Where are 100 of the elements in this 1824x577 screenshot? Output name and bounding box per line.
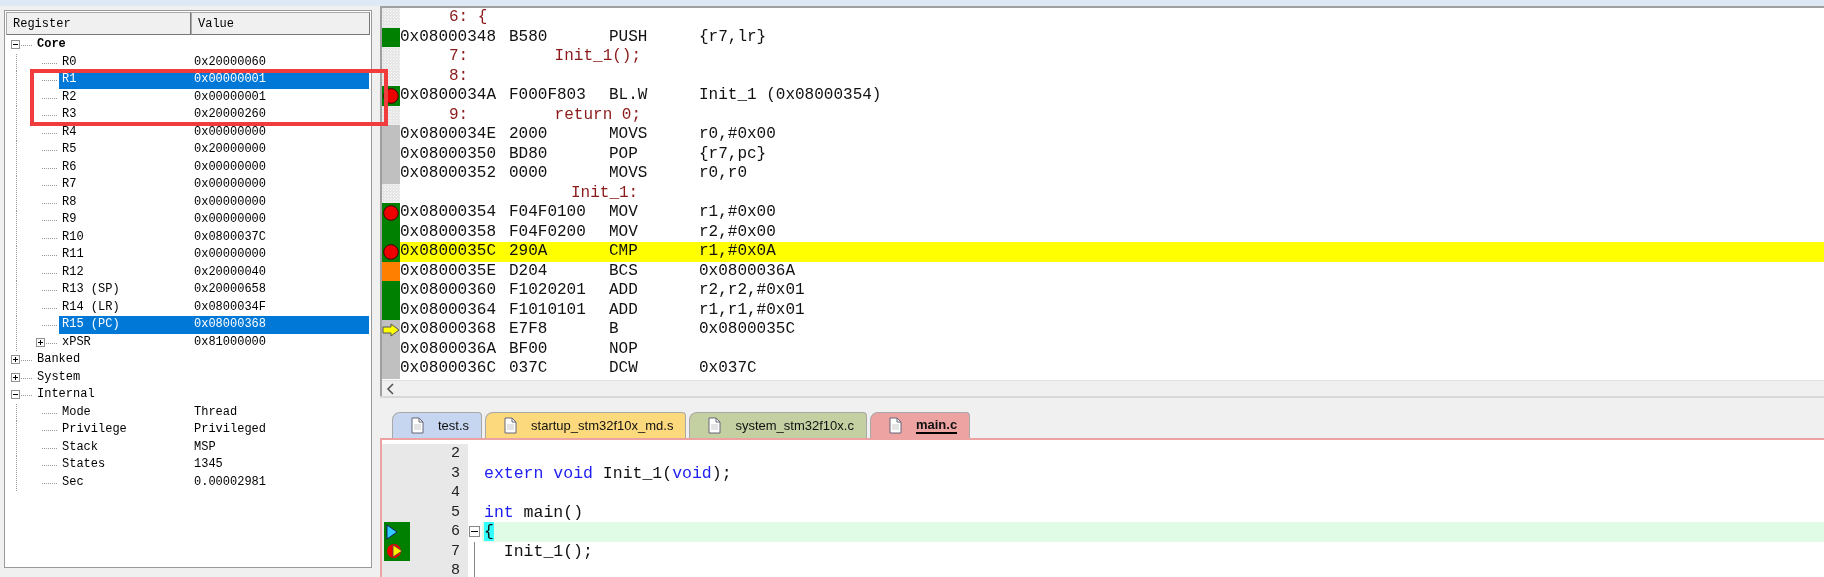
register-row[interactable]: R3 0x20000260 xyxy=(59,106,369,124)
operand-text: 0x0800036A xyxy=(699,261,795,281)
register-value: 0.00002981 xyxy=(194,475,266,489)
code-text: main() xyxy=(522,502,584,522)
opcode-text: F1010101 xyxy=(509,300,587,320)
register-row[interactable]: R7 0x00000000 xyxy=(59,176,369,194)
register-name: R2 xyxy=(62,90,78,104)
keyword-text: int xyxy=(484,502,514,522)
line-number: 4 xyxy=(450,484,461,502)
register-row[interactable]: R11 0x00000000 xyxy=(59,246,369,264)
register-name: R10 xyxy=(62,230,85,244)
mnemonic-text: ADD xyxy=(609,281,639,301)
register-value: 0x20000000 xyxy=(194,143,266,157)
expand-icon[interactable] xyxy=(11,355,20,364)
register-value: 0x20000060 xyxy=(194,55,266,69)
label-text: Init_1: xyxy=(570,183,639,203)
collapse-icon[interactable] xyxy=(469,526,480,537)
register-name: States xyxy=(62,458,107,472)
register-row[interactable]: R8 0x00000000 xyxy=(59,193,369,211)
line-number: 6 xyxy=(450,523,461,541)
expand-icon[interactable] xyxy=(11,372,20,382)
register-row[interactable]: R9 0x00000000 xyxy=(59,211,369,229)
register-name: R14 (LR) xyxy=(62,300,121,314)
code-text: ); xyxy=(711,463,732,483)
column-header[interactable]: Register xyxy=(6,12,191,35)
register-row[interactable]: System xyxy=(34,368,369,386)
keyword-text: void xyxy=(552,463,593,483)
register-value: 0x20000260 xyxy=(194,108,266,122)
register-value: 0x08000368 xyxy=(194,318,266,332)
register-value: 0x00000001 xyxy=(194,90,266,104)
mnemonic-text: MOVS xyxy=(609,125,649,145)
register-name: Core xyxy=(37,38,67,52)
register-name: R7 xyxy=(62,178,78,192)
mnemonic-text: ADD xyxy=(609,300,639,320)
file-tab[interactable]: main.c xyxy=(869,412,971,438)
line-number: 5 xyxy=(450,503,461,521)
address-text: 0x08000348 xyxy=(400,27,497,47)
source-line: 6: { xyxy=(448,8,488,28)
mnemonic-text: MOVS xyxy=(609,164,649,184)
register-row[interactable]: R15 (PC) 0x08000368 xyxy=(59,316,369,334)
opcode-text: F04F0100 xyxy=(509,203,587,223)
register-name: R9 xyxy=(62,213,78,227)
file-icon xyxy=(888,417,902,434)
operand-text: 0x0800035C xyxy=(699,320,795,340)
operand-text: r1,#0x00 xyxy=(699,203,776,223)
address-text: 0x08000360 xyxy=(400,281,497,301)
collapse-icon[interactable] xyxy=(11,40,20,49)
register-row[interactable]: Privilege Privileged xyxy=(59,421,369,439)
register-value: 0x00000000 xyxy=(194,248,266,262)
register-row[interactable]: xPSR 0x81000000 xyxy=(59,333,369,351)
register-row[interactable]: R10 0x0800037C xyxy=(59,228,369,246)
address-text: 0x0800036C xyxy=(400,359,497,379)
horizontal-scrollbar[interactable] xyxy=(382,380,1824,396)
register-value: 0x00000000 xyxy=(194,160,266,174)
register-row[interactable]: R6 0x00000000 xyxy=(59,158,369,176)
opcode-text: 290A xyxy=(509,242,549,262)
operand-text: {r7,pc} xyxy=(699,144,767,164)
register-name: R1 xyxy=(62,73,78,87)
register-name: xPSR xyxy=(62,335,92,349)
file-tab[interactable]: system_stm32f10x.c xyxy=(689,412,867,438)
register-row[interactable]: Core xyxy=(34,36,369,54)
register-row[interactable]: Internal xyxy=(34,386,369,404)
opcode-text: BD80 xyxy=(509,144,549,164)
address-text: 0x08000358 xyxy=(400,222,497,242)
mnemonic-text: B xyxy=(609,320,620,340)
source-line: 8: xyxy=(448,66,469,86)
register-row[interactable]: Stack MSP xyxy=(59,438,369,456)
register-name: R6 xyxy=(62,160,78,174)
register-name: System xyxy=(37,370,82,384)
register-value: Privileged xyxy=(194,423,266,437)
register-name: R13 (SP) xyxy=(62,283,121,297)
opcode-text: 0000 xyxy=(509,164,549,184)
register-row[interactable]: R13 (SP) 0x20000658 xyxy=(59,281,369,299)
register-row[interactable]: R2 0x00000001 xyxy=(59,88,369,106)
collapse-icon[interactable] xyxy=(11,390,20,399)
expand-icon[interactable] xyxy=(36,337,45,347)
register-row[interactable]: Sec 0.00002981 xyxy=(59,473,369,491)
register-row[interactable]: R12 0x20000040 xyxy=(59,263,369,281)
register-name: Mode xyxy=(62,405,92,419)
column-header[interactable]: Value xyxy=(191,12,370,35)
register-row[interactable]: R4 0x00000000 xyxy=(59,123,369,141)
address-text: 0x0800034E xyxy=(400,125,497,145)
register-row[interactable]: R0 0x20000060 xyxy=(59,53,369,71)
register-value: 0x00000000 xyxy=(194,195,266,209)
register-row[interactable]: Mode Thread xyxy=(59,403,369,421)
register-row[interactable]: States 1345 xyxy=(59,456,369,474)
gutter-cell xyxy=(382,47,400,67)
register-row[interactable]: Banked xyxy=(34,351,369,369)
register-row[interactable]: R5 0x20000000 xyxy=(59,141,369,159)
file-icon xyxy=(411,417,424,434)
code-text: Init_1( xyxy=(601,463,673,483)
file-tab[interactable]: startup_stm32f10x_md.s xyxy=(485,412,687,438)
operand-text: r1,#0x0A xyxy=(699,242,776,262)
register-value: 1345 xyxy=(194,458,223,472)
register-row[interactable]: R14 (LR) 0x0800034F xyxy=(59,298,369,316)
mnemonic-text: MOV xyxy=(609,222,639,242)
line-number: 2 xyxy=(450,445,461,463)
file-tab[interactable]: test.s xyxy=(392,412,483,438)
register-name: R8 xyxy=(62,195,78,209)
file-icon xyxy=(708,417,722,434)
